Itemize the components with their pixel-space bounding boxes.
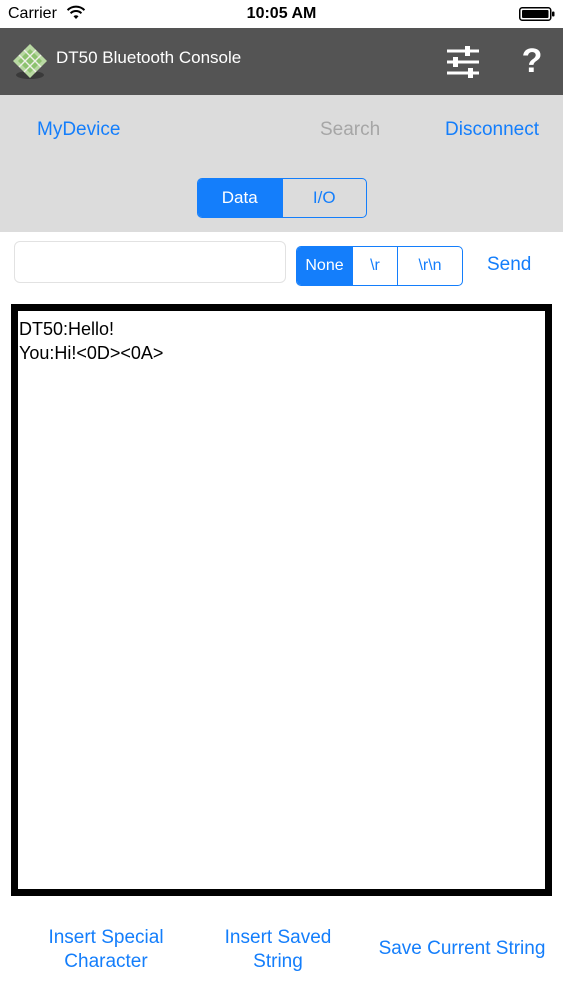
help-button[interactable]: ? [514,39,550,83]
status-bar: Carrier 10:05 AM [0,0,563,28]
app-logo-icon [13,44,47,79]
battery-icon [519,7,555,21]
console-line: DT50:Hello! [19,319,115,339]
device-name-button[interactable]: MyDevice [37,119,120,141]
line-ending-cr[interactable]: \r [352,247,397,285]
mode-segmented-control: Data I/O [197,178,367,218]
app-title: DT50 Bluetooth Console [56,48,242,67]
insert-special-label-line2: Character [64,951,148,972]
line-ending-segmented-control: None \r \r\n [296,246,463,286]
send-button[interactable]: Send [487,254,531,276]
console-output[interactable]: DT50:Hello! You:Hi!<0D><0A> [11,304,552,896]
line-ending-none[interactable]: None [297,247,352,285]
send-text-input[interactable] [14,241,286,283]
save-current-string-button[interactable]: Save Current String [362,937,562,961]
device-toolbar: MyDevice Search Disconnect Data I/O [0,95,563,232]
search-button[interactable]: Search [320,119,380,141]
insert-saved-label-line2: String [253,951,303,972]
insert-saved-label-line1: Insert Saved [224,927,332,948]
sliders-icon[interactable] [443,44,483,80]
tab-io[interactable]: I/O [281,179,367,217]
line-ending-crlf[interactable]: \r\n [397,247,462,285]
console-line: You:Hi!<0D><0A> [19,343,164,363]
title-bar: DT50 Bluetooth Console ? [0,28,563,95]
insert-saved-string-button[interactable]: Insert Saved String [212,926,344,974]
disconnect-button[interactable]: Disconnect [445,119,539,141]
insert-special-character-button[interactable]: Insert Special Character [36,926,176,974]
status-time: 10:05 AM [246,5,317,22]
tab-data[interactable]: Data [198,179,282,217]
insert-special-label-line1: Insert Special [48,927,164,948]
